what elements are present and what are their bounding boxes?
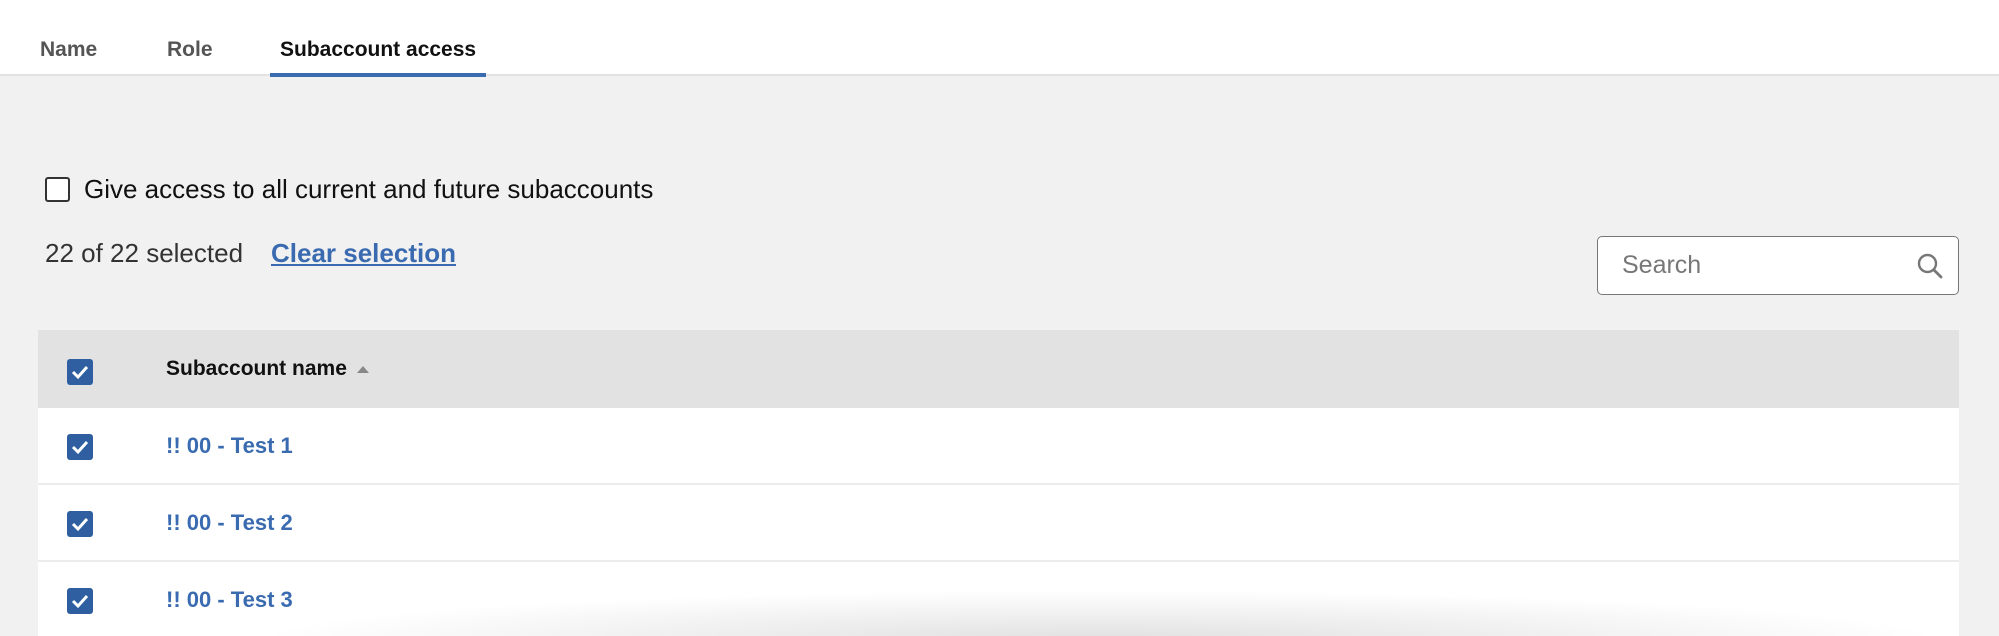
- table-header: Subaccount name: [38, 330, 1959, 408]
- table-row: !! 00 - Test 3: [38, 562, 1959, 636]
- tab-subaccount-access[interactable]: Subaccount access: [280, 38, 476, 76]
- search-input[interactable]: [1608, 237, 1908, 293]
- active-tab-indicator: [270, 73, 486, 77]
- tab-name[interactable]: Name: [40, 38, 97, 76]
- subaccount-link[interactable]: !! 00 - Test 3: [166, 587, 293, 613]
- all-access-option[interactable]: Give access to all current and future su…: [45, 172, 653, 206]
- subaccount-link[interactable]: !! 00 - Test 1: [166, 433, 293, 459]
- search-field[interactable]: [1597, 236, 1959, 295]
- all-access-checkbox[interactable]: [45, 176, 70, 202]
- check-icon: [71, 517, 89, 532]
- table-row: !! 00 - Test 1: [38, 408, 1959, 485]
- column-header-label: Subaccount name: [166, 357, 347, 380]
- subaccount-link[interactable]: !! 00 - Test 2: [166, 510, 293, 536]
- row-checkbox[interactable]: [67, 511, 93, 537]
- tab-bar: Name Role Subaccount access: [0, 0, 1999, 77]
- subaccount-table: Subaccount name !! 00 - Test 1 !! 00 - T…: [38, 330, 1959, 636]
- row-checkbox[interactable]: [67, 588, 93, 614]
- select-all-checkbox[interactable]: [67, 359, 93, 385]
- row-checkbox[interactable]: [67, 434, 93, 460]
- sort-ascending-icon: [356, 365, 369, 373]
- selection-count: 22 of 22 selected: [45, 238, 244, 268]
- check-icon: [71, 440, 89, 455]
- check-icon: [71, 365, 89, 380]
- tab-role[interactable]: Role: [167, 38, 213, 76]
- search-icon[interactable]: [1916, 252, 1944, 280]
- table-row: !! 00 - Test 2: [38, 485, 1959, 562]
- check-icon: [71, 594, 89, 609]
- all-access-label: Give access to all current and future su…: [84, 173, 654, 204]
- column-header-subaccount-name[interactable]: Subaccount name: [166, 357, 369, 381]
- clear-selection-link[interactable]: Clear selection: [271, 238, 456, 269]
